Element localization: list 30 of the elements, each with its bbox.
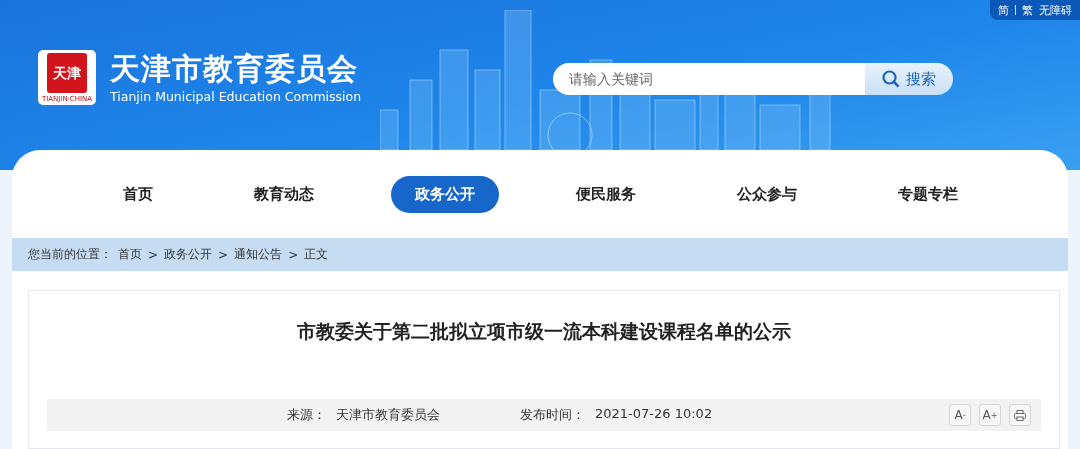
nav-tab[interactable]: 便民服务 (551, 175, 660, 213)
nav-tab[interactable]: 教育动态 (229, 175, 338, 213)
time-value: 2021-07-26 10:02 (595, 406, 713, 423)
breadcrumb-separator: > (288, 247, 299, 262)
breadcrumb-prefix: 您当前的位置： (28, 246, 112, 263)
font-smaller-button[interactable]: A$^{-}$ (949, 404, 971, 426)
breadcrumb-link[interactable]: 通知公告 (234, 246, 283, 263)
article-title: 市教委关于第二批拟立项市级一流本科建设课程名单的公示 (296, 319, 792, 344)
print-button[interactable] (1009, 404, 1031, 426)
font-larger-button[interactable]: A$^{+}$ (979, 404, 1001, 426)
nav-tab[interactable]: 政务公开 (390, 175, 499, 213)
nav-tab[interactable]: 首页 (98, 175, 177, 213)
breadcrumb-link[interactable]: 首页 (118, 246, 142, 263)
printer-icon (1014, 409, 1026, 421)
top-link[interactable]: 繁 (1022, 2, 1033, 18)
breadcrumb-link[interactable]: 政务公开 (164, 246, 213, 263)
breadcrumb-separator: > (218, 247, 229, 262)
search-button[interactable]: 搜索 (865, 63, 953, 95)
source-value: 天津市教育委员会 (336, 406, 440, 424)
top-link[interactable]: 无障碍 (1039, 2, 1072, 18)
site-title: 天津市教育委员会 (110, 51, 359, 85)
breadcrumb-separator: > (148, 247, 159, 262)
nav-tab[interactable]: 公众参与 (712, 175, 821, 213)
search-icon (882, 70, 900, 88)
nav-tab[interactable]: 专题专栏 (873, 175, 982, 213)
search-field[interactable]: 请输入关键词 (553, 63, 865, 95)
source-label: 来源： (287, 406, 326, 424)
top-link[interactable]: 简 (998, 2, 1009, 18)
site-subtitle: Tianjin Municipal Education Commission (110, 88, 362, 104)
time-label: 发布时间： (520, 406, 585, 424)
